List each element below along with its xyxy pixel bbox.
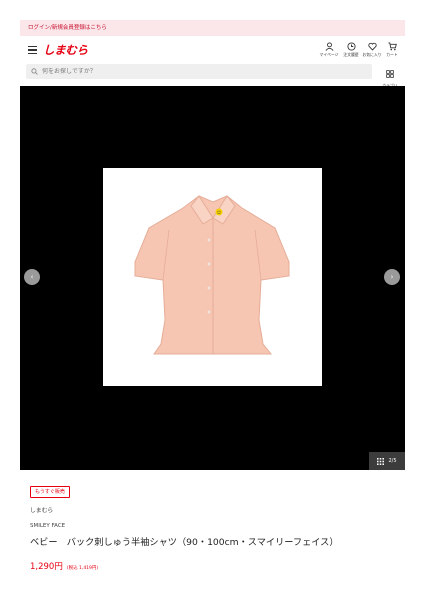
nav-favorites-label: お気に入り [362,52,382,57]
grid-icon [377,457,385,465]
nav-favorites[interactable]: お気に入り [362,42,382,58]
shimamura-logo[interactable]: しまむら [43,42,88,58]
brand-name: しまむら [30,508,54,514]
search-row: カテゴリ [20,62,405,88]
search-icon [31,68,38,75]
tax-included-price: (税込 1,419円) [66,566,99,571]
hamburger-menu-icon[interactable] [28,46,37,55]
login-register-banner[interactable]: ログイン/新規会員登録はこちら [20,20,405,36]
gallery-counter[interactable]: 2/5 [369,452,405,470]
gallery-counter-text: 2/5 [388,458,397,464]
nav-cart[interactable]: カート [382,42,402,58]
gallery-next-button[interactable]: › [384,269,400,285]
clock-icon [346,42,356,51]
category-grid-icon [386,70,394,78]
price-value: 1,290円 [30,562,63,572]
gallery-prev-button[interactable]: ‹ [24,269,40,285]
nav-mypage-label: マイページ [319,52,339,57]
nav-mypage[interactable]: マイページ [319,42,339,58]
product-price: 1,290円 (税込 1,419円) [30,554,98,573]
series-name: SMILEY FACE [30,523,66,529]
user-icon [325,42,333,51]
product-image-gallery[interactable]: ‹ › 2/5 [20,86,405,470]
search-box[interactable] [26,64,372,79]
coming-soon-badge: もうすぐ販売 [30,486,70,498]
cart-icon [387,42,397,51]
search-input[interactable] [42,68,342,75]
nav-order-history[interactable]: 注文履歴 [341,42,361,58]
heart-icon [367,42,377,51]
site-header: しまむら マイページ 注文履歴 お気に入り カート [20,40,405,62]
shirt-image [134,195,290,355]
nav-cart-label: カート [386,52,398,57]
nav-order-history-label: 注文履歴 [343,52,359,57]
product-title: ベビー バック刺しゅう半袖シャツ（90・100cm・スマイリーフェイス） [30,537,339,548]
product-image [103,168,322,386]
